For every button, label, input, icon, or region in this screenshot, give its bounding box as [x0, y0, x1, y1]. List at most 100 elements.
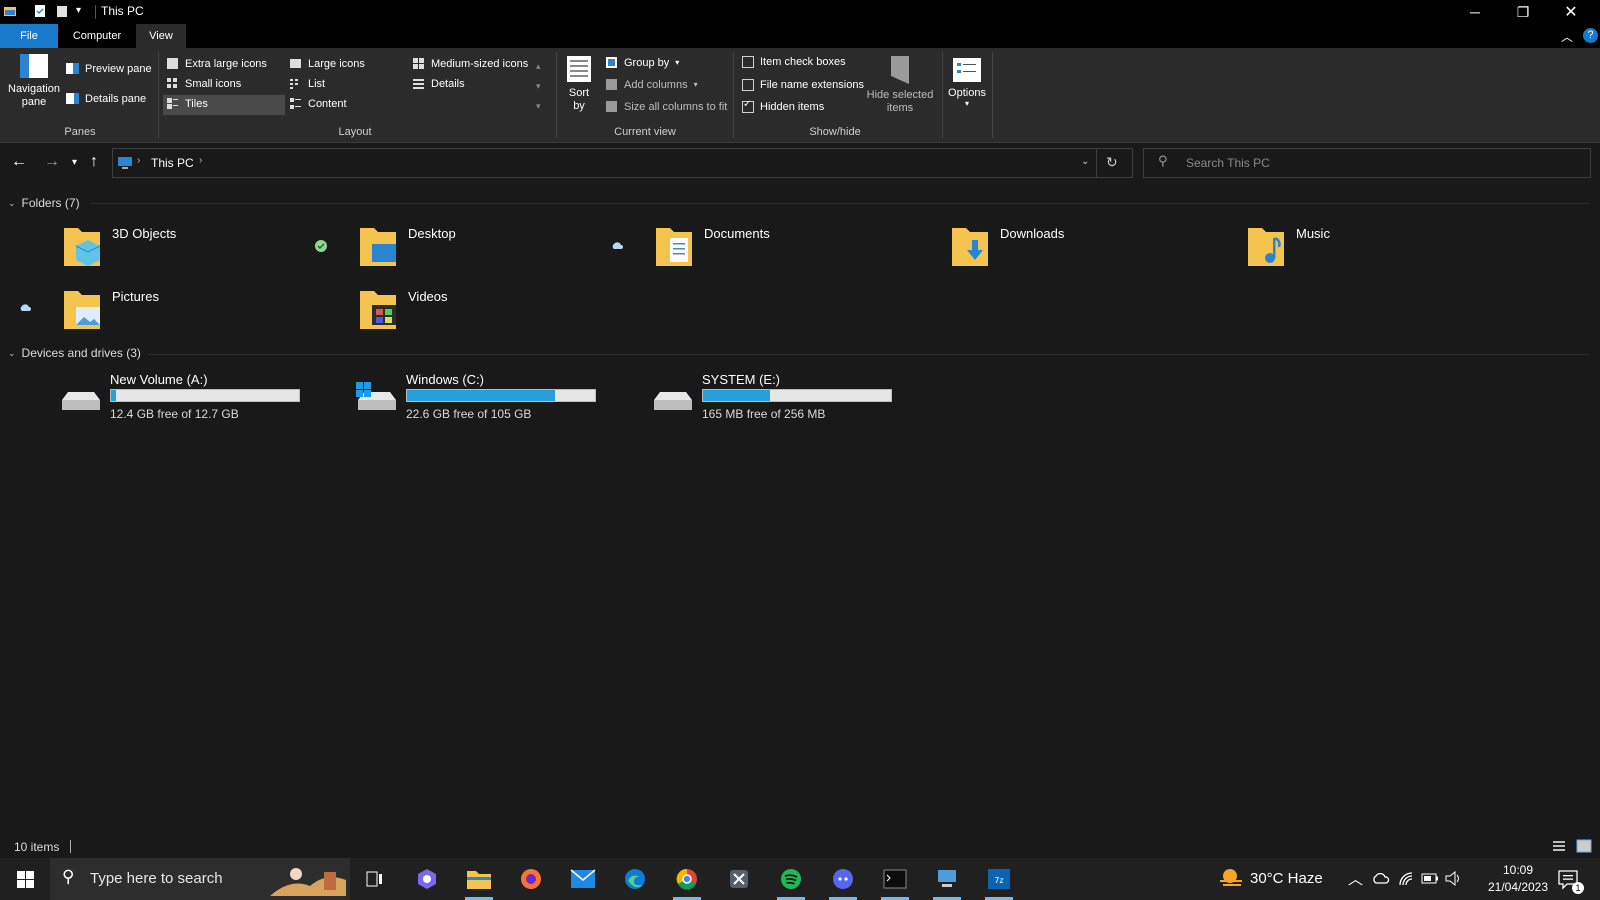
discord-app-icon[interactable]: [823, 862, 863, 900]
size-all-label: Size all columns to fit: [624, 100, 728, 113]
layout-large-icons[interactable]: Large icons: [289, 57, 365, 70]
tab-file[interactable]: File: [0, 24, 58, 48]
windows-start-icon[interactable]: [17, 871, 34, 888]
preview-pane-button[interactable]: Preview pane: [66, 62, 152, 75]
file-name-extensions-checkbox[interactable]: [742, 79, 754, 91]
collapse-chevron-icon[interactable]: ⌄: [8, 198, 16, 209]
file-explorer-icon[interactable]: [3, 4, 17, 18]
layout-scroll-arrows[interactable]: ▴ ▾ ▾: [536, 56, 541, 116]
sort-by-button[interactable]: Sort by: [562, 54, 596, 113]
folder-desktop[interactable]: Desktop: [358, 224, 638, 282]
quick-access-dropdown-icon[interactable]: ▾: [76, 5, 81, 16]
add-columns-button[interactable]: Add columns ▾: [605, 78, 698, 91]
item-check-boxes-option[interactable]: Item check boxes: [742, 56, 846, 68]
taskbar-search-box[interactable]: ⚲ Type here to search: [50, 858, 350, 900]
spotify-app-icon[interactable]: [771, 862, 811, 900]
navigation-pane-button[interactable]: Navigation pane: [6, 52, 62, 120]
layout-list[interactable]: List: [289, 77, 325, 90]
recent-locations-icon[interactable]: ▾: [72, 157, 77, 168]
music-folder-icon: [1248, 228, 1284, 266]
close-button[interactable]: ✕: [1548, 0, 1594, 24]
layout-medium-icons[interactable]: Medium-sized icons: [412, 57, 528, 70]
chrome-app-icon[interactable]: [667, 862, 707, 900]
copilot-app-icon[interactable]: [407, 862, 447, 896]
notification-badge: 1: [1572, 882, 1584, 894]
task-view-icon[interactable]: [355, 862, 395, 896]
hidden-items-checkbox[interactable]: [742, 99, 754, 113]
firefox-app-icon[interactable]: [511, 862, 551, 896]
wifi-icon[interactable]: [1398, 871, 1414, 887]
restore-button[interactable]: ❐: [1500, 0, 1546, 24]
clock-time[interactable]: 10:09: [1491, 863, 1545, 877]
navigation-pane-icon: [20, 54, 48, 78]
options-label: Options: [948, 87, 986, 99]
videos-folder-icon: [360, 291, 396, 329]
item-check-boxes-checkbox[interactable]: [742, 56, 754, 68]
back-arrow-icon[interactable]: ←: [11, 153, 27, 171]
file-explorer-app-icon[interactable]: [459, 862, 499, 900]
size-columns-icon: [606, 101, 617, 112]
terminal-app-icon[interactable]: [875, 862, 915, 900]
details-view-icon[interactable]: [1552, 840, 1566, 853]
file-name-extensions-option[interactable]: File name extensions: [742, 79, 864, 91]
breadcrumb-this-pc[interactable]: This PC: [151, 156, 194, 170]
details-pane-button[interactable]: Details pane: [66, 92, 146, 105]
layout-tiles[interactable]: Tiles: [166, 97, 208, 110]
show-hidden-icons-icon[interactable]: ︿: [1348, 868, 1363, 889]
new-folder-icon[interactable]: [55, 4, 69, 18]
collapse-chevron-icon[interactable]: ⌄: [8, 348, 16, 359]
minimize-button[interactable]: ─: [1452, 0, 1498, 24]
address-box[interactable]: › This PC › ⌄ ↻: [112, 148, 1133, 178]
onedrive-icon[interactable]: [1372, 872, 1390, 884]
large-icons-view-icon[interactable]: [1576, 839, 1592, 853]
battery-icon[interactable]: [1421, 873, 1439, 884]
layout-content[interactable]: Content: [289, 97, 347, 110]
drive-usage-fill: [703, 390, 770, 401]
address-dropdown-icon[interactable]: ⌄: [1081, 156, 1089, 167]
7zip-app-icon[interactable]: 7z: [979, 862, 1019, 900]
clock-date[interactable]: 21/04/2023: [1474, 880, 1562, 894]
forward-arrow-icon[interactable]: →: [44, 153, 60, 171]
collapse-ribbon-icon[interactable]: ︿: [1561, 28, 1573, 45]
weather-haze-icon[interactable]: [1218, 866, 1244, 890]
search-input[interactable]: ⚲ Search This PC: [1143, 148, 1591, 178]
mail-app-icon[interactable]: [563, 862, 603, 896]
drive-usage-bar: [110, 389, 300, 402]
layout-details[interactable]: Details: [412, 77, 465, 90]
folder-pictures[interactable]: Pictures: [62, 287, 342, 345]
group-by-button[interactable]: Group by ▾: [605, 56, 679, 69]
snipping-tool-app-icon[interactable]: [719, 862, 759, 896]
folder-3d-objects[interactable]: 3D Objects: [62, 224, 342, 282]
drive-usage-bar: [702, 389, 892, 402]
layout-small-icons[interactable]: Small icons: [166, 77, 241, 90]
drive-c[interactable]: Windows (C:) 22.6 GB free of 105 GB: [354, 372, 624, 428]
refresh-icon[interactable]: ↻: [1106, 154, 1118, 171]
folder-documents[interactable]: Documents: [654, 224, 934, 282]
breadcrumb-separator-icon: ›: [137, 155, 141, 166]
folder-videos[interactable]: Videos: [358, 287, 638, 345]
weather-text[interactable]: 30°C Haze: [1250, 870, 1323, 887]
cloud-icon: [612, 242, 623, 249]
tiles-icon: [167, 98, 178, 109]
tab-computer[interactable]: Computer: [60, 24, 134, 48]
folder-music[interactable]: Music: [1246, 224, 1526, 282]
drives-section-header[interactable]: ⌄ Devices and drives (3): [8, 346, 141, 360]
properties-icon[interactable]: [33, 4, 47, 18]
options-button[interactable]: Options ▾: [945, 56, 989, 108]
drive-e[interactable]: SYSTEM (E:) 165 MB free of 256 MB: [650, 372, 920, 428]
layout-extra-large-icons[interactable]: Extra large icons: [166, 57, 267, 70]
folders-section-header[interactable]: ⌄ Folders (7): [8, 196, 80, 210]
up-arrow-icon[interactable]: ↑: [90, 153, 98, 171]
help-icon[interactable]: ?: [1583, 28, 1598, 43]
drive-name: New Volume (A:): [110, 372, 208, 387]
drive-a[interactable]: New Volume (A:) 12.4 GB free of 12.7 GB: [58, 372, 328, 428]
hidden-items-option[interactable]: Hidden items: [742, 99, 824, 113]
size-all-columns-button[interactable]: Size all columns to fit: [605, 100, 727, 113]
breadcrumb-chevron-icon[interactable]: ›: [199, 155, 202, 166]
hide-selected-items-button[interactable]: Hide selected items: [862, 54, 938, 115]
edge-app-icon[interactable]: [615, 862, 655, 896]
network-computer-app-icon[interactable]: [927, 862, 967, 900]
volume-icon[interactable]: [1445, 871, 1463, 886]
folder-downloads[interactable]: Downloads: [950, 224, 1230, 282]
tab-view[interactable]: View: [136, 24, 186, 48]
